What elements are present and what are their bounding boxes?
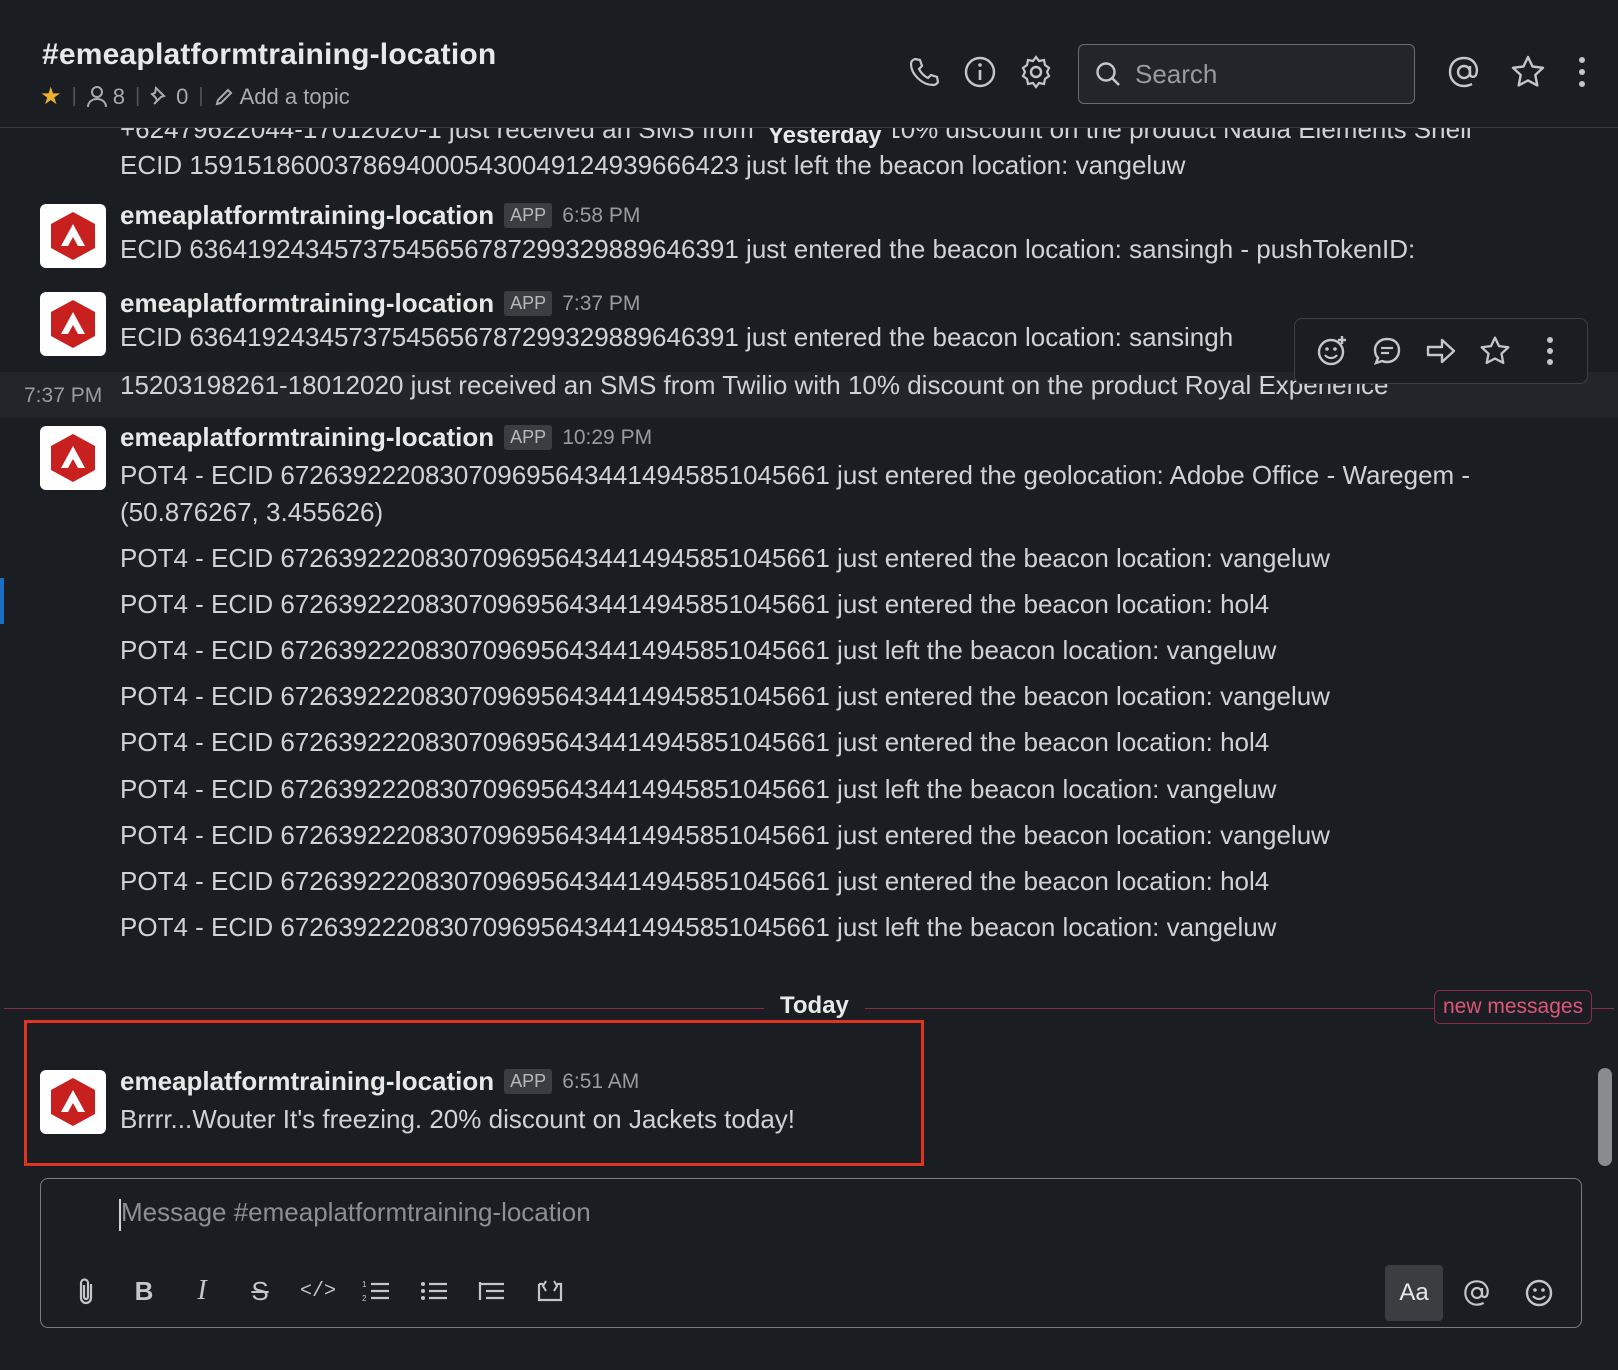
svg-text:2: 2 [362,1294,367,1303]
strikethrough-icon[interactable]: S [231,1271,289,1311]
mentions-icon[interactable] [1444,52,1484,92]
message-text: POT4 - ECID 6726392220830709695643441494… [120,866,1270,896]
message-text: POT4 - ECID 6726392220830709695643441494… [120,820,1330,850]
timestamp[interactable]: 6:58 PM [562,204,640,228]
svg-text:1: 1 [362,1280,367,1289]
sender-name[interactable]: emeaplatformtraining-location [120,288,494,319]
code-block-icon[interactable] [521,1271,579,1311]
message-text: ECID 15915186003786940005430049124939666… [120,150,1186,180]
channel-title[interactable]: #emeaplatformtraining-location [42,38,496,72]
message-text: POT4 - ECID 6726392220830709695643441494… [120,727,1270,757]
scrollbar-thumb[interactable] [1598,1068,1612,1166]
channel-header: #emeaplatformtraining-location ★ | 8 | 0… [0,0,1618,128]
message-text: POT4 - ECID 6726392220830709695643441494… [120,589,1270,619]
message-text: POT4 - ECID 6726392220830709695643441494… [120,681,1330,711]
members-button[interactable]: 8 [86,83,125,110]
star-outline-icon[interactable] [1508,52,1548,92]
share-icon[interactable] [1422,332,1460,370]
message-text: 15203198261-18012020 just received an SM… [120,370,1389,400]
search-placeholder: Search [1135,58,1218,89]
timestamp[interactable]: 7:37 PM [24,384,102,408]
formatting-toolbar: B I S </> 12 [57,1271,579,1311]
add-topic-button[interactable]: Add a topic [214,84,350,110]
unread-marker [0,578,4,624]
adobe-logo-icon [51,300,95,348]
pinned-button[interactable]: 0 [150,84,188,110]
app-badge: APP [504,291,553,316]
message-composer[interactable]: Message #emeaplatformtraining-location B… [40,1178,1582,1328]
avatar[interactable] [40,426,106,490]
avatar[interactable] [40,292,106,356]
save-star-icon[interactable] [1476,332,1514,370]
members-count: 8 [112,83,125,109]
mention-icon[interactable] [1449,1265,1505,1321]
attach-icon[interactable] [57,1271,115,1311]
message-text: ECID 63641924345737545656787299329889646… [120,322,1234,352]
more-vertical-icon[interactable] [1562,52,1602,92]
message-text: POT4 - ECID 6726392220830709695643441494… [120,912,1277,942]
pin-icon [150,85,167,105]
bold-icon[interactable]: B [115,1271,173,1311]
message-text: POT4 - ECID 6726392220830709695643441494… [120,774,1277,804]
avatar[interactable] [40,204,106,268]
code-icon[interactable]: </> [289,1271,347,1311]
composer-placeholder: Message #emeaplatformtraining-location [121,1197,591,1227]
message-text: POT4 - ECID 6726392220830709695643441494… [120,543,1330,573]
message-header: emeaplatformtraining-location APP 10:29 … [120,422,652,453]
pinned-count: 0 [176,83,189,109]
add-reaction-icon[interactable] [1313,332,1351,370]
message-text: (50.876267, 3.455626) [120,497,384,527]
emoji-icon[interactable] [1511,1265,1567,1321]
channel-meta: ★ | 8 | 0 | Add a topic [40,82,350,111]
message-actions-toolbar [1294,318,1588,384]
add-topic-label: Add a topic [239,83,350,109]
italic-icon[interactable]: I [173,1271,231,1311]
search-input[interactable]: Search [1078,44,1415,104]
sender-name[interactable]: emeaplatformtraining-location [120,200,494,231]
app-badge: APP [504,203,553,228]
phone-icon[interactable] [904,52,944,92]
format-toggle-button[interactable]: Aa [1385,1265,1443,1321]
separator: | [198,85,204,107]
sender-name[interactable]: emeaplatformtraining-location [120,422,494,453]
blockquote-icon[interactable] [463,1271,521,1311]
date-divider-today[interactable]: Today [764,992,865,1020]
search-icon [1096,62,1120,86]
message-text: ECID 63641924345737545656787299329889646… [120,234,1416,264]
ordered-list-icon[interactable]: 12 [347,1271,405,1311]
reply-thread-icon[interactable] [1368,332,1406,370]
adobe-logo-icon [51,434,95,482]
highlight-annotation-box [24,1020,924,1166]
more-actions-icon[interactable] [1531,332,1569,370]
message-text: POT4 - ECID 6726392220830709695643441494… [120,635,1277,665]
message-header: emeaplatformtraining-location APP 6:58 P… [120,200,640,231]
separator: | [134,85,141,107]
app-badge: APP [504,425,553,450]
timestamp[interactable]: 7:37 PM [562,292,640,316]
message-header: emeaplatformtraining-location APP 7:37 P… [120,288,640,319]
message-list: +62479622044-17012020-1 just received an… [0,122,1618,1178]
person-icon [86,85,107,107]
bullet-list-icon[interactable] [405,1271,463,1311]
separator: | [71,85,77,107]
pencil-icon [215,88,233,105]
gear-icon[interactable] [1016,52,1056,92]
adobe-logo-icon [51,212,95,260]
timestamp[interactable]: 10:29 PM [562,426,652,450]
new-messages-badge: new messages [1434,990,1593,1024]
message-text: POT4 - ECID 6726392220830709695643441494… [120,460,1471,490]
star-icon[interactable]: ★ [40,82,62,111]
composer-actions: Aa [1385,1265,1567,1321]
info-icon[interactable] [960,52,1000,92]
